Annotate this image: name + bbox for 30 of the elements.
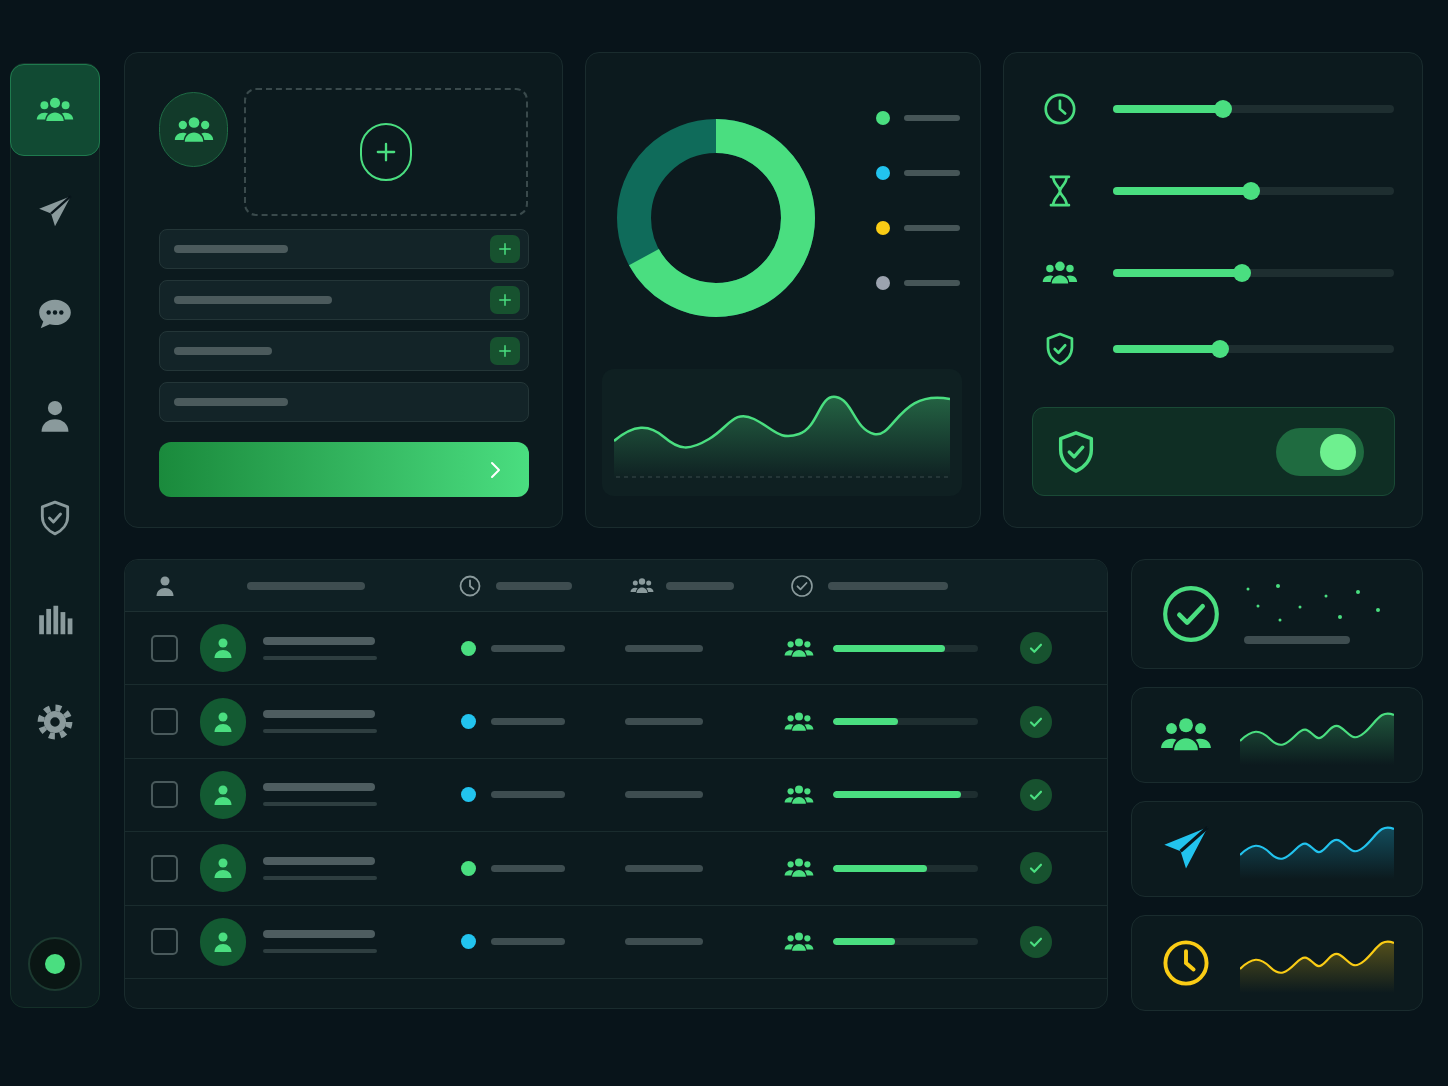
check-circle-icon (790, 573, 814, 598)
input-field[interactable] (159, 382, 529, 422)
add-button[interactable] (490, 337, 520, 365)
placeholder-bar (904, 225, 960, 231)
toggle-switch[interactable] (1276, 427, 1364, 476)
plus-icon (496, 240, 514, 258)
slider[interactable] (1112, 340, 1394, 358)
sidebar-item[interactable] (10, 64, 100, 156)
placeholder-bar (904, 170, 960, 176)
row-checkbox[interactable] (151, 634, 178, 662)
settings-icon (36, 703, 74, 741)
clock-icon (1042, 91, 1078, 127)
add-button[interactable] (490, 286, 520, 314)
placeholder-bar (904, 115, 960, 121)
row-checkbox[interactable] (151, 928, 178, 956)
add-button[interactable] (490, 235, 520, 263)
row-checkbox[interactable] (151, 854, 178, 882)
slider[interactable] (1112, 100, 1394, 118)
plus-icon (496, 291, 514, 309)
slider[interactable] (1112, 264, 1394, 282)
row-checkbox[interactable] (151, 781, 178, 809)
clock-icon (458, 573, 482, 598)
input-field[interactable] (159, 331, 529, 371)
slider[interactable] (1112, 182, 1394, 200)
placeholder-bar (904, 280, 960, 286)
input-field[interactable] (159, 229, 529, 269)
placeholder-bar (666, 581, 734, 590)
input-field[interactable] (159, 280, 529, 320)
plus-icon (496, 342, 514, 360)
row-checkbox[interactable] (151, 708, 178, 736)
